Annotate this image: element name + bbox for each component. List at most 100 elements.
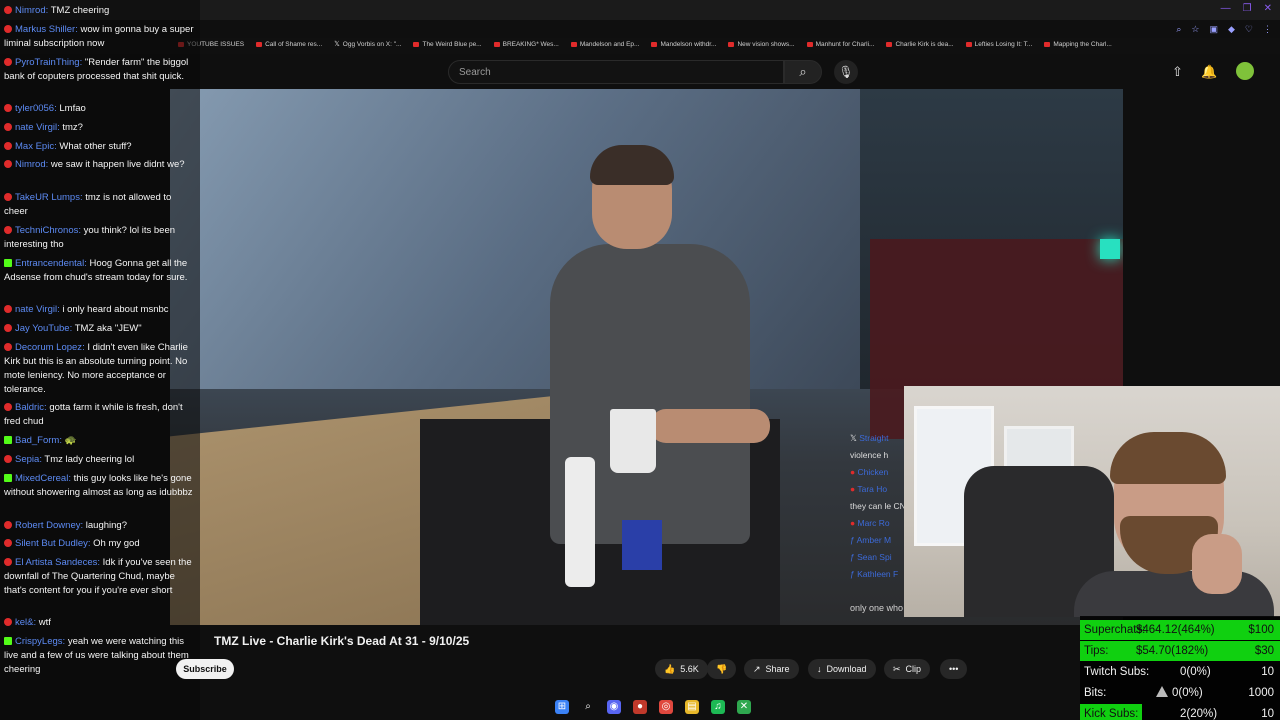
clip-button[interactable]: ✂ Clip (884, 659, 931, 679)
bookmark-label: Charlie Kirk is dea... (895, 40, 954, 48)
overlay-chat-user: Amber M (856, 535, 892, 545)
chat-username: kel& (15, 617, 34, 628)
taskbar: ⊞ ⌕ ◉ ● ◎ ▤ ♫ ✕ (555, 700, 751, 714)
stream-chat: Nimrod: TMZ cheering Markus Shiller: wow … (0, 0, 200, 720)
goal-target: 10 (1261, 708, 1274, 720)
maximize-icon[interactable]: ❐ (1243, 3, 1252, 14)
bookmark-item[interactable]: Mandelson withdr... (651, 40, 716, 48)
minimize-icon[interactable]: — (1221, 3, 1231, 14)
windows-icon[interactable]: ⊞ (555, 700, 569, 714)
donation-goals-overlay: Superchats: $464.12(464%) $100 Tips: $54.70(… (1080, 616, 1280, 720)
x-logo-icon: 𝕏 (334, 41, 340, 48)
avatar[interactable] (1236, 62, 1254, 80)
chat-message: El Artista Sandeces: Idk if you've seen … (4, 556, 194, 598)
microphone-icon: 🎙 (838, 65, 854, 79)
youtube-badge-icon (4, 142, 12, 150)
discord-icon[interactable]: ◉ (607, 700, 621, 714)
goal-target: $30 (1254, 645, 1274, 657)
youtube-badge-icon (4, 455, 12, 463)
chat-message: kel&: wtf (4, 616, 194, 630)
upload-icon[interactable]: ⇧ (1172, 64, 1183, 80)
thumbs-up-icon: 👍 (664, 663, 676, 674)
goal-row: Superchats: $464.12(464%) $100 (1080, 620, 1280, 640)
search-button[interactable]: ⌕ (784, 60, 822, 84)
shield-icon[interactable]: ◆ (1228, 24, 1235, 35)
chat-text: laughing? (85, 520, 127, 531)
goal-value: 0(0%) (1180, 662, 1211, 682)
chat-message: nate Virgil: tmz? (4, 121, 194, 135)
goal-target: $100 (1248, 624, 1274, 636)
overlay-chat-user: Kathleen F (857, 569, 899, 579)
youtube-badge-icon (4, 58, 12, 66)
download-button[interactable]: ↓ Download (808, 659, 876, 679)
chrome-icon[interactable]: ◎ (659, 700, 673, 714)
bookmark-item[interactable]: Call of Shame res... (256, 40, 322, 48)
goal-row: Twitch Subs: 0(0%) 10 (1080, 662, 1280, 682)
youtube-badge-icon (4, 558, 12, 566)
chat-username: Baldric (15, 402, 45, 413)
bookmark-item[interactable]: Mandelson and Ep... (570, 40, 639, 48)
dislike-button[interactable]: 👎 (707, 659, 737, 679)
kick-badge-icon (4, 259, 12, 267)
share-label: Share (765, 664, 790, 674)
notifications-icon[interactable]: 🔔 (1201, 64, 1217, 80)
youtube-favicon-icon (413, 41, 420, 47)
voice-search-button[interactable]: 🎙 (834, 60, 858, 84)
share-button[interactable]: ↗ Share (744, 659, 799, 679)
chat-text: Tmz lady cheering lol (44, 454, 135, 465)
more-actions-button[interactable]: ••• (940, 659, 968, 679)
zoom-icon[interactable]: ⌕ (1176, 24, 1181, 35)
x-icon: 𝕏 (850, 433, 860, 443)
kick-badge-icon (4, 637, 12, 645)
xbox-icon[interactable]: ✕ (737, 700, 751, 714)
chat-message: Bad_Form: 🐢 (4, 434, 194, 448)
youtube-badge-icon (4, 539, 12, 547)
bookmark-star-icon[interactable]: ☆ (1191, 24, 1199, 35)
bookmark-item[interactable]: BREAKING* Wes... (493, 40, 559, 48)
heart-icon[interactable]: ♡ (1245, 24, 1253, 35)
extension-icon[interactable]: ▣ (1209, 24, 1218, 35)
search-input[interactable]: Search (448, 60, 784, 84)
goal-row: Tips: $54.70(182%) $30 (1080, 641, 1280, 661)
subscribe-button[interactable]: Subscribe (176, 659, 234, 679)
scissors-icon: ✂ (893, 663, 901, 674)
video-scene-cup (610, 409, 656, 473)
bookmark-label: Lefties Losing It: T... (974, 40, 1033, 48)
bookmark-item[interactable]: New vision shows... (728, 40, 795, 48)
youtube-badge-icon (4, 123, 12, 131)
bookmark-item[interactable]: The Weird Blue pe... (413, 40, 482, 48)
files-icon[interactable]: ▤ (685, 700, 699, 714)
youtube-favicon-icon (651, 41, 658, 47)
chat-text: What other stuff? (59, 141, 132, 152)
goal-value: $54.70(182%) (1136, 641, 1208, 661)
goal-label: Bits: (1084, 687, 1107, 699)
close-icon[interactable]: ✕ (1264, 3, 1272, 14)
bookmark-item[interactable]: Mapping the Charl... (1044, 40, 1112, 48)
chat-username: Nimrod (15, 159, 46, 170)
webcam-overlay (904, 386, 1280, 617)
spotify-icon[interactable]: ♫ (711, 700, 725, 714)
search-icon[interactable]: ⌕ (581, 700, 595, 714)
bookmark-item[interactable]: Charlie Kirk is dea... (886, 40, 954, 48)
bookmark-label: Call of Shame res... (265, 40, 323, 48)
thumbs-down-icon: 👎 (716, 663, 728, 674)
bookmark-item[interactable]: Lefties Losing It: T... (965, 40, 1033, 48)
search-placeholder: Search (459, 67, 491, 78)
bookmark-item[interactable]: 𝕏 Ogg Vorbis on X: "... (334, 40, 401, 49)
goal-value: 2(20%) (1180, 704, 1217, 720)
chat-message: MixedCereal: this guy looks like he's go… (4, 472, 194, 500)
goal-value: 0(0%) (1156, 683, 1203, 703)
overlay-chat-line: ● Marc Ro (850, 515, 905, 532)
overlay-chat-text: violence h (850, 450, 889, 460)
video-title: TMZ Live - Charlie Kirk's Dead At 31 - 9… (214, 634, 470, 648)
share-icon: ↗ (753, 663, 761, 674)
goal-target: 1000 (1248, 687, 1274, 699)
bookmark-item[interactable]: Manhunt for Charli... (806, 40, 875, 48)
goal-row: Bits: 0(0%) 1000 (1080, 683, 1280, 703)
menu-icon[interactable]: ⋮ (1263, 24, 1272, 35)
goal-value-text: $54.70(182%) (1136, 645, 1209, 657)
bookmark-label: Manhunt for Charli... (815, 40, 875, 48)
record-icon[interactable]: ● (633, 700, 647, 714)
goal-label: Tips: (1084, 645, 1109, 657)
like-button[interactable]: 👍 5.6K (655, 659, 708, 679)
